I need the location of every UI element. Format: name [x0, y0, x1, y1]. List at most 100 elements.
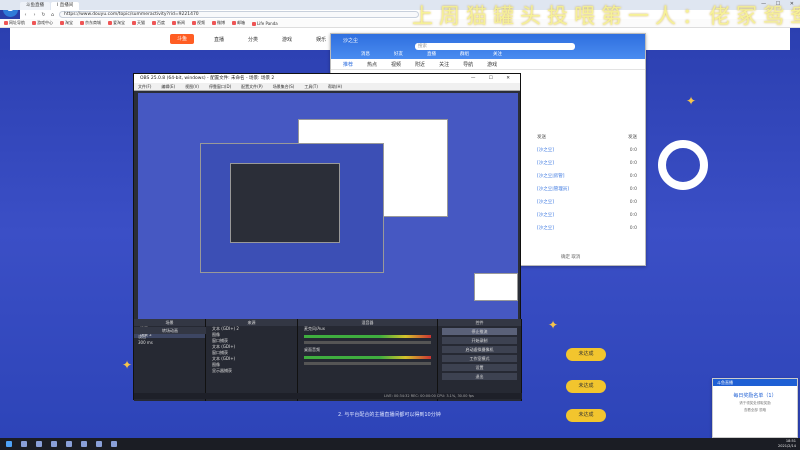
- obs-menu-bar: 文件(F) 编辑(E) 视图(V) 停靠窗口(D) 配置文件(P) 场景集合(S…: [134, 83, 520, 91]
- popup-tab[interactable]: 关注: [493, 51, 502, 57]
- bookmark-item[interactable]: 微博: [212, 20, 225, 26]
- list-item[interactable]: [沙之尘] 0:0: [537, 209, 637, 222]
- star-icon: ✦: [122, 358, 133, 372]
- obs-title-bar: OBS 25.0.8 (64-bit, windows) - 配置文件: 未命名…: [134, 74, 520, 83]
- transition-panel: 转场动画 淡出 300 ms: [134, 327, 206, 345]
- toast-line: 请于领奖处领取奖励: [739, 401, 771, 405]
- popup-menu-item[interactable]: 附近: [415, 61, 425, 68]
- obs-menu-item[interactable]: 场景集合(S): [273, 83, 295, 90]
- studio-mode-button[interactable]: 工作室模式: [442, 355, 517, 362]
- task-status-button[interactable]: 未达成: [566, 380, 606, 393]
- popup-menu-item[interactable]: 导航: [463, 61, 473, 68]
- popup-tab[interactable]: 直播: [427, 51, 436, 57]
- popup-title: 沙之尘: [343, 38, 359, 44]
- site-nav-item[interactable]: 直播: [214, 36, 224, 43]
- list-item[interactable]: [沙之尘] 0:0: [537, 157, 637, 170]
- toast-header: 斗鱼直播: [713, 379, 797, 386]
- bookmark-item[interactable]: 邮箱: [232, 20, 245, 26]
- controls-dock: 控件 停止推流 开始录制 启动虚拟摄像机 工作室模式 设置 退出: [438, 319, 522, 401]
- notification-toast: 斗鱼直播 每日奖励名单（1） 请于领奖处领取奖励 查看全部 忽略: [712, 378, 798, 438]
- popup-menu: 推荐 热点 视频 附近 关注 导航 游戏: [331, 59, 645, 70]
- bookmark-item[interactable]: 视频: [192, 20, 205, 26]
- obs-menu-item[interactable]: 工具(T): [304, 83, 318, 90]
- reload-icon[interactable]: ↻: [41, 12, 46, 18]
- sources-dock: 来源 文本 (GDI+) 2 图像 窗口捕获 文本 (GDI+) 窗口捕获 文本…: [206, 319, 298, 401]
- browser-tab[interactable]: 斗鱼直播: [20, 2, 50, 10]
- forward-icon[interactable]: ›: [32, 12, 37, 18]
- taskbar-clock[interactable]: 18:51 2021/2/14: [778, 439, 796, 449]
- mixer-channel-label: 麦克风/Aux: [304, 326, 325, 331]
- virtual-camera-button[interactable]: 启动虚拟摄像机: [442, 346, 517, 353]
- bookmark-item[interactable]: 淘宝: [60, 20, 73, 26]
- transition-duration[interactable]: 300 ms: [134, 340, 206, 345]
- folder-icon[interactable]: [81, 441, 87, 447]
- task-view-icon[interactable]: [36, 441, 42, 447]
- obs-menu-item[interactable]: 编辑(E): [161, 83, 175, 90]
- start-recording-button[interactable]: 开始录制: [442, 337, 517, 344]
- site-nav-item[interactable]: 分类: [248, 36, 258, 43]
- bookmark-item[interactable]: 京东商城: [80, 20, 101, 26]
- app-icon[interactable]: [96, 441, 102, 447]
- app-icon[interactable]: [111, 441, 117, 447]
- obs-menu-item[interactable]: 帮助(H): [328, 83, 342, 90]
- settings-button[interactable]: 设置: [442, 364, 517, 371]
- popup-menu-item[interactable]: 关注: [439, 61, 449, 68]
- task-status-button[interactable]: 未达成: [566, 409, 606, 422]
- bookmark-item[interactable]: 新闻: [172, 20, 185, 26]
- popup-menu-item[interactable]: 推荐: [343, 61, 353, 68]
- popup-tab[interactable]: 群组: [460, 51, 469, 57]
- search-icon[interactable]: [21, 441, 27, 447]
- address-bar[interactable]: https://www.douyu.com/topic/summeractivi…: [59, 11, 419, 18]
- browser-app-icon[interactable]: [51, 441, 57, 447]
- bookmark-item[interactable]: Life Panda: [252, 21, 278, 26]
- site-nav-item[interactable]: 娱乐: [316, 36, 326, 43]
- popup-header: 沙之尘 搜索 消息 好友 直播 群组 关注: [331, 34, 645, 59]
- obs-menu-item[interactable]: 停靠窗口(D): [209, 83, 231, 90]
- obs-window: OBS 25.0.8 (64-bit, windows) - 配置文件: 未命名…: [133, 73, 522, 401]
- list-item[interactable]: [沙之尘] 0:0: [537, 222, 637, 235]
- popup-tab[interactable]: 好友: [394, 51, 403, 57]
- audio-meter: [304, 356, 431, 359]
- toast-actions[interactable]: 查看全部 忽略: [713, 408, 797, 413]
- toast-title[interactable]: 每日奖励名单（1）: [713, 392, 797, 399]
- stop-streaming-button[interactable]: 停止推流: [442, 328, 517, 335]
- start-icon[interactable]: [6, 441, 12, 447]
- list-item[interactable]: [沙之尘] 0:0: [537, 144, 637, 157]
- list-item[interactable]: [沙之尘|房管] 0:0: [537, 170, 637, 183]
- popup-tab[interactable]: 消息: [361, 51, 370, 57]
- list-item[interactable]: 发送 发送: [537, 131, 637, 144]
- volume-slider[interactable]: [304, 362, 431, 365]
- obs-app-icon[interactable]: [66, 441, 72, 447]
- site-nav-item[interactable]: 游戏: [282, 36, 292, 43]
- bookmark-item[interactable]: 游戏中心: [32, 20, 53, 26]
- popup-menu-item[interactable]: 游戏: [487, 61, 497, 68]
- transitions-dock-header: 转场动画: [134, 327, 206, 334]
- browser-tab-active[interactable]: Ⅰ 直播间: [51, 2, 80, 10]
- mixer-channel-label: 桌面音频: [304, 347, 320, 352]
- popup-tabs: 消息 好友 直播 群组 关注: [331, 49, 647, 59]
- obs-menu-item[interactable]: 配置文件(P): [241, 83, 263, 90]
- volume-slider[interactable]: [304, 341, 431, 344]
- home-icon[interactable]: ⌂: [50, 12, 55, 18]
- list-item[interactable]: [沙之尘|管理员] 0:0: [537, 183, 637, 196]
- bookmark-item[interactable]: 百度: [152, 20, 165, 26]
- popup-menu-item[interactable]: 视频: [391, 61, 401, 68]
- obs-title: OBS 25.0.8 (64-bit, windows) - 配置文件: 未命名…: [140, 76, 275, 81]
- back-icon[interactable]: ‹: [23, 12, 28, 18]
- mixer-dock: 混音器 麦克风/Aux 桌面音频: [298, 319, 438, 401]
- bookmark-item[interactable]: 爱淘宝: [108, 20, 125, 26]
- site-logo[interactable]: 斗鱼: [170, 34, 194, 44]
- popup-menu-item[interactable]: 热点: [367, 61, 377, 68]
- obs-window-controls[interactable]: — ☐ ✕: [471, 74, 516, 83]
- list-item[interactable]: [沙之尘] 0:0: [537, 196, 637, 209]
- bookmark-item[interactable]: 天猫: [132, 20, 145, 26]
- popup-footer-actions[interactable]: 确定 取消: [561, 254, 580, 260]
- task-status-button[interactable]: 未达成: [566, 348, 606, 361]
- sources-dock-header: 来源: [206, 319, 297, 326]
- exit-button[interactable]: 退出: [442, 373, 517, 380]
- stream-overlay-title: 上周猫罐头投喂第一人：佬冢鸳鸯: [412, 4, 800, 28]
- source-item[interactable]: 显示器捕获: [206, 368, 297, 374]
- obs-menu-item[interactable]: 视图(V): [185, 83, 199, 90]
- obs-menu-item[interactable]: 文件(F): [138, 83, 151, 90]
- bookmark-item[interactable]: 网址导航: [4, 20, 25, 26]
